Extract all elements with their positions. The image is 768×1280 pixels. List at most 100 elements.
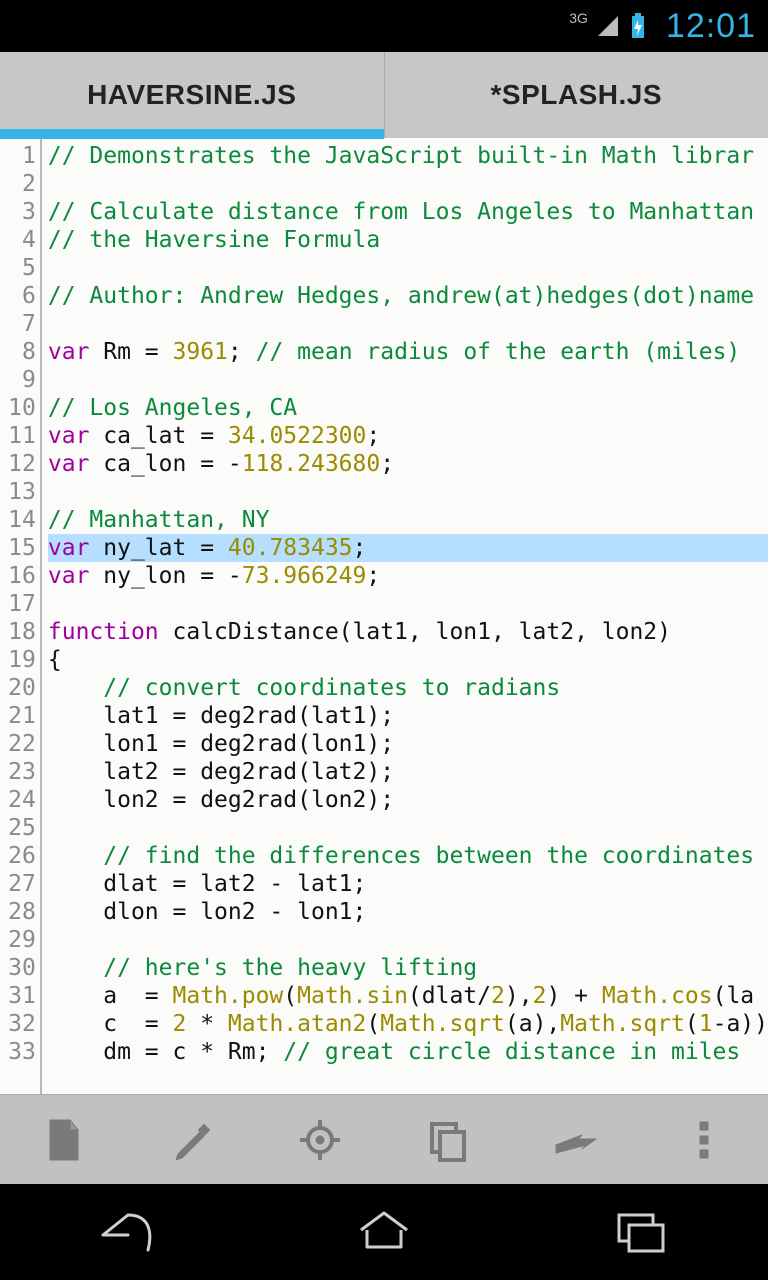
code-line[interactable]: var Rm = 3961; // mean radius of the ear…: [48, 338, 768, 366]
code-line[interactable]: // Los Angeles, CA: [48, 394, 768, 422]
code-line[interactable]: lat1 = deg2rad(lat1);: [48, 702, 768, 730]
line-number: 30: [0, 954, 36, 982]
code-line[interactable]: [48, 814, 768, 842]
new-file-button[interactable]: [32, 1108, 96, 1172]
line-number: 26: [0, 842, 36, 870]
line-number: 22: [0, 730, 36, 758]
line-number: 8: [0, 338, 36, 366]
code-line[interactable]: // Author: Andrew Hedges, andrew(at)hedg…: [48, 282, 768, 310]
code-line[interactable]: var ny_lat = 40.783435;: [48, 534, 768, 562]
code-line[interactable]: [48, 590, 768, 618]
tab-label: *SPLASH.JS: [491, 79, 663, 111]
line-number: 6: [0, 282, 36, 310]
code-line[interactable]: lat2 = deg2rad(lat2);: [48, 758, 768, 786]
code-line[interactable]: // Manhattan, NY: [48, 506, 768, 534]
target-icon: [298, 1118, 342, 1162]
code-line[interactable]: // Calculate distance from Los Angeles t…: [48, 198, 768, 226]
copy-button[interactable]: [416, 1108, 480, 1172]
code-line[interactable]: // find the differences between the coor…: [48, 842, 768, 870]
code-line[interactable]: [48, 926, 768, 954]
recent-apps-button[interactable]: [605, 1205, 675, 1260]
network-type: 3G: [569, 10, 588, 26]
line-number: 3: [0, 198, 36, 226]
code-line[interactable]: var ca_lat = 34.0522300;: [48, 422, 768, 450]
code-line[interactable]: // the Haversine Formula: [48, 226, 768, 254]
code-line[interactable]: [48, 254, 768, 282]
line-number: 31: [0, 982, 36, 1010]
line-number: 14: [0, 506, 36, 534]
code-line[interactable]: lon2 = deg2rad(lon2);: [48, 786, 768, 814]
code-line[interactable]: [48, 366, 768, 394]
clock: 12:01: [666, 7, 756, 46]
run-icon: [552, 1125, 600, 1155]
line-number: 33: [0, 1038, 36, 1066]
line-number: 28: [0, 898, 36, 926]
code-area[interactable]: // Demonstrates the JavaScript built-in …: [42, 138, 768, 1094]
android-status-bar: 3G 12:01: [0, 0, 768, 52]
code-line[interactable]: // convert coordinates to radians: [48, 674, 768, 702]
code-line[interactable]: c = 2 * Math.atan2(Math.sqrt(a),Math.sqr…: [48, 1010, 768, 1038]
line-number: 2: [0, 170, 36, 198]
edit-button[interactable]: [160, 1108, 224, 1172]
line-number: 19: [0, 646, 36, 674]
code-editor[interactable]: 1234567891011121314151617181920212223242…: [0, 138, 768, 1094]
line-number: 25: [0, 814, 36, 842]
line-number: 4: [0, 226, 36, 254]
line-number: 27: [0, 870, 36, 898]
line-number: 9: [0, 366, 36, 394]
copy-icon: [426, 1118, 470, 1162]
signal-icon: [596, 14, 620, 38]
line-number: 18: [0, 618, 36, 646]
line-number: 23: [0, 758, 36, 786]
line-number: 1: [0, 142, 36, 170]
file-tabs: HAVERSINE.JS *SPLASH.JS: [0, 52, 768, 138]
back-icon: [93, 1205, 163, 1255]
code-line[interactable]: dlon = lon2 - lon1;: [48, 898, 768, 926]
target-button[interactable]: [288, 1108, 352, 1172]
line-number: 13: [0, 478, 36, 506]
overflow-button[interactable]: [672, 1108, 736, 1172]
code-line[interactable]: dm = c * Rm; // great circle distance in…: [48, 1038, 768, 1066]
new-file-icon: [44, 1118, 84, 1162]
line-number: 24: [0, 786, 36, 814]
code-line[interactable]: var ny_lon = -73.966249;: [48, 562, 768, 590]
run-button[interactable]: [544, 1108, 608, 1172]
code-line[interactable]: [48, 170, 768, 198]
line-number: 17: [0, 590, 36, 618]
edit-icon: [170, 1118, 214, 1162]
code-line[interactable]: var ca_lon = -118.243680;: [48, 450, 768, 478]
recent-apps-icon: [605, 1205, 675, 1255]
battery-icon: [628, 12, 648, 40]
back-button[interactable]: [93, 1205, 163, 1260]
bottom-toolbar: [0, 1094, 768, 1184]
code-line[interactable]: [48, 310, 768, 338]
code-line[interactable]: lon1 = deg2rad(lon1);: [48, 730, 768, 758]
line-number: 21: [0, 702, 36, 730]
overflow-icon: [698, 1120, 710, 1160]
code-line[interactable]: a = Math.pow(Math.sin(dlat/2),2) + Math.…: [48, 982, 768, 1010]
code-line[interactable]: // here's the heavy lifting: [48, 954, 768, 982]
line-number: 11: [0, 422, 36, 450]
status-icons: 3G: [569, 12, 648, 40]
line-number: 16: [0, 562, 36, 590]
tab-haversine-js[interactable]: HAVERSINE.JS: [0, 52, 385, 138]
code-line[interactable]: [48, 478, 768, 506]
line-number: 29: [0, 926, 36, 954]
line-number: 20: [0, 674, 36, 702]
line-number: 10: [0, 394, 36, 422]
android-nav-bar: [0, 1184, 768, 1280]
code-line[interactable]: // Demonstrates the JavaScript built-in …: [48, 142, 768, 170]
line-number-gutter: 1234567891011121314151617181920212223242…: [0, 138, 42, 1094]
code-line[interactable]: {: [48, 646, 768, 674]
tab-splash-js[interactable]: *SPLASH.JS: [385, 52, 768, 138]
line-number: 32: [0, 1010, 36, 1038]
line-number: 12: [0, 450, 36, 478]
tab-label: HAVERSINE.JS: [87, 79, 296, 111]
line-number: 5: [0, 254, 36, 282]
line-number: 15: [0, 534, 36, 562]
home-icon: [349, 1205, 419, 1255]
code-line[interactable]: dlat = lat2 - lat1;: [48, 870, 768, 898]
line-number: 7: [0, 310, 36, 338]
home-button[interactable]: [349, 1205, 419, 1260]
code-line[interactable]: function calcDistance(lat1, lon1, lat2, …: [48, 618, 768, 646]
